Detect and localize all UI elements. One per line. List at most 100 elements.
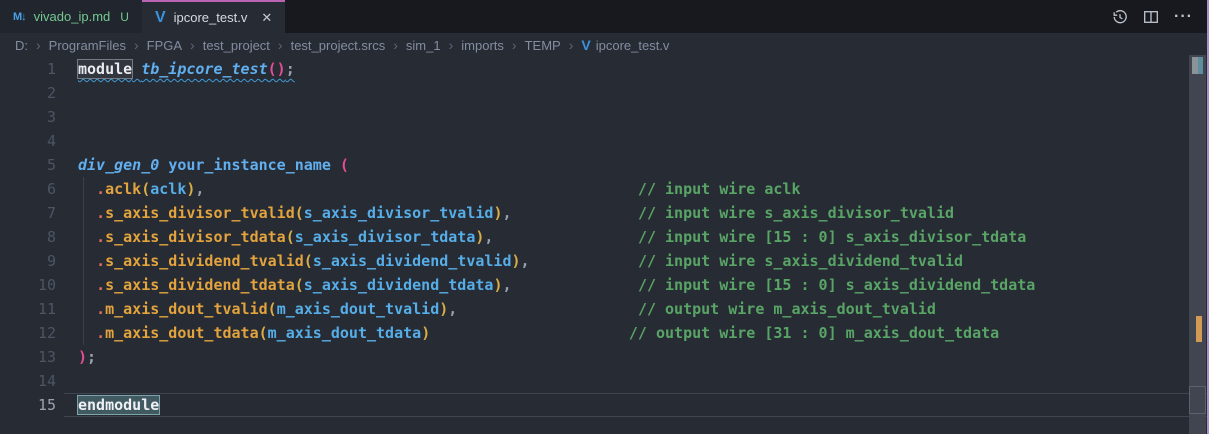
line-number[interactable]: 8 [0, 225, 56, 249]
overview-marker-orange [1196, 316, 1202, 342]
code-line-content[interactable]: ); [78, 345, 96, 369]
breadcrumb-separator: › [512, 37, 517, 53]
breadcrumb-item[interactable]: test_project [203, 38, 270, 53]
token-pp: () [268, 60, 286, 78]
breadcrumb-item[interactable]: FPGA [147, 38, 182, 53]
token-port: m_axis_dout_tvalid [105, 300, 268, 318]
token-sig: m_axis_dout_tdata [268, 324, 422, 342]
breadcrumb-item[interactable]: test_project.srcs [291, 38, 386, 53]
code-line-content[interactable]: .m_axis_dout_tvalid(m_axis_dout_tvalid),… [78, 297, 936, 321]
token-cmt: // input wire s_axis_divisor_tvalid [638, 204, 954, 222]
line-number[interactable]: 3 [0, 105, 56, 129]
scrollbar[interactable] [1189, 55, 1206, 434]
line-number[interactable]: 2 [0, 81, 56, 105]
line-number[interactable]: 4 [0, 129, 56, 153]
breadcrumb-item[interactable]: D: [15, 38, 28, 53]
breadcrumb-separator: › [278, 37, 283, 53]
token-ip: ( [304, 252, 313, 270]
token-port: s_axis_dividend_tvalid [105, 252, 304, 270]
more-actions-icon[interactable]: ··· [1174, 8, 1193, 26]
token-port: m_axis_dout_tdata [105, 324, 259, 342]
error-squiggle: module tb_ipcore_test(); [78, 60, 295, 78]
token-ip: ( [295, 204, 304, 222]
token-pln [530, 252, 638, 270]
token-pln [78, 252, 96, 270]
token-pln [159, 156, 168, 174]
code-line[interactable]: 4 [0, 129, 1209, 153]
breadcrumb-item[interactable]: TEMP [525, 38, 561, 53]
code-editor[interactable]: 1 module tb_ipcore_test(); 2345 div_gen_0 y… [0, 57, 1209, 417]
breadcrumb-item[interactable]: sim_1 [406, 38, 441, 53]
code-line-content[interactable]: .aclk(aclk), // input wire aclk [78, 177, 800, 201]
line-number[interactable]: 15 [0, 393, 56, 417]
code-line[interactable]: 10 .s_axis_dividend_tdata(s_axis_dividen… [0, 273, 1209, 297]
tab-ipcore-test-v[interactable]: V ipcore_test.v ✕ [142, 0, 285, 33]
token-dot: . [96, 228, 105, 246]
verilog-icon: V [155, 9, 166, 27]
token-pln [204, 180, 637, 198]
code-line[interactable]: 2 [0, 81, 1209, 105]
token-ip: ) [439, 300, 448, 318]
code-line[interactable]: 7 .s_axis_divisor_tvalid(s_axis_divisor_… [0, 201, 1209, 225]
token-ip: ( [286, 228, 295, 246]
line-number[interactable]: 13 [0, 345, 56, 369]
token-cmt: // output wire m_axis_dout_tvalid [638, 300, 936, 318]
token-dot: . [96, 180, 105, 198]
line-number[interactable]: 10 [0, 273, 56, 297]
line-number[interactable]: 9 [0, 249, 56, 273]
overview-current-line-marker [1189, 386, 1206, 414]
line-number[interactable]: 6 [0, 177, 56, 201]
line-number[interactable]: 14 [0, 369, 56, 393]
code-line[interactable]: 1 module tb_ipcore_test(); [0, 57, 1209, 81]
code-line-content[interactable]: endmodule [78, 393, 159, 417]
code-line[interactable]: 3 [0, 105, 1209, 129]
timeline-icon[interactable] [1112, 9, 1128, 25]
token-ip: ) [421, 324, 430, 342]
line-number[interactable]: 5 [0, 153, 56, 177]
code-line[interactable]: 6 .aclk(aclk), // input wire aclk [0, 177, 1209, 201]
token-sig: s_axis_divisor_tvalid [304, 204, 494, 222]
token-cmt: // input wire [15 : 0] s_axis_dividend_t… [638, 276, 1035, 294]
line-number[interactable]: 12 [0, 321, 56, 345]
code-line-content[interactable]: module tb_ipcore_test(); [78, 57, 295, 81]
token-pln [493, 228, 638, 246]
code-line-content[interactable]: div_gen_0 your_instance_name ( [78, 153, 349, 177]
tab-vivado-ip-md[interactable]: M↓ vivado_ip.md U [0, 0, 142, 33]
token-cmt: // input wire [15 : 0] s_axis_divisor_td… [638, 228, 1026, 246]
split-editor-icon[interactable] [1143, 9, 1159, 25]
token-ip: ) [512, 252, 521, 270]
breadcrumb-separator: › [190, 37, 195, 53]
code-line[interactable]: 5 div_gen_0 your_instance_name ( [0, 153, 1209, 177]
token-sig: s_axis_divisor_tdata [295, 228, 476, 246]
token-pln [78, 300, 96, 318]
breadcrumb-item[interactable]: imports [461, 38, 504, 53]
code-line-content[interactable]: .m_axis_dout_tdata(m_axis_dout_tdata) //… [78, 321, 999, 345]
line-number[interactable]: 7 [0, 201, 56, 225]
line-number[interactable]: 1 [0, 57, 56, 81]
code-line-content[interactable]: .s_axis_dividend_tvalid(s_axis_dividend_… [78, 249, 963, 273]
token-port: s_axis_dividend_tdata [105, 276, 295, 294]
token-dot: . [96, 252, 105, 270]
code-line-content[interactable]: .s_axis_divisor_tdata(s_axis_divisor_tda… [78, 225, 1026, 249]
breadcrumb-item[interactable]: Vipcore_test.v [581, 37, 669, 53]
token-port: s_axis_divisor_tvalid [105, 204, 295, 222]
token-ip: ( [295, 276, 304, 294]
code-line-content[interactable]: .s_axis_divisor_tvalid(s_axis_divisor_tv… [78, 201, 954, 225]
code-line[interactable]: 8 .s_axis_divisor_tdata(s_axis_divisor_t… [0, 225, 1209, 249]
code-line[interactable]: 9 .s_axis_dividend_tvalid(s_axis_dividen… [0, 249, 1209, 273]
code-line-content[interactable]: .s_axis_dividend_tdata(s_axis_dividend_t… [78, 273, 1035, 297]
token-port: s_axis_divisor_tdata [105, 228, 286, 246]
token-dot: . [96, 324, 105, 342]
code-line[interactable]: 12 .m_axis_dout_tdata(m_axis_dout_tdata)… [0, 321, 1209, 345]
token-pln [78, 228, 96, 246]
code-line[interactable]: 14 [0, 369, 1209, 393]
code-line[interactable]: 15 endmodule [0, 393, 1209, 417]
close-tab-icon[interactable]: ✕ [261, 10, 272, 26]
verilog-icon: V [581, 37, 590, 53]
line-number[interactable]: 11 [0, 297, 56, 321]
git-untracked-badge: U [120, 10, 129, 24]
code-line[interactable]: 11 .m_axis_dout_tvalid(m_axis_dout_tvali… [0, 297, 1209, 321]
breadcrumb-item[interactable]: ProgramFiles [49, 38, 126, 53]
token-pln [132, 60, 141, 78]
code-line[interactable]: 13); [0, 345, 1209, 369]
